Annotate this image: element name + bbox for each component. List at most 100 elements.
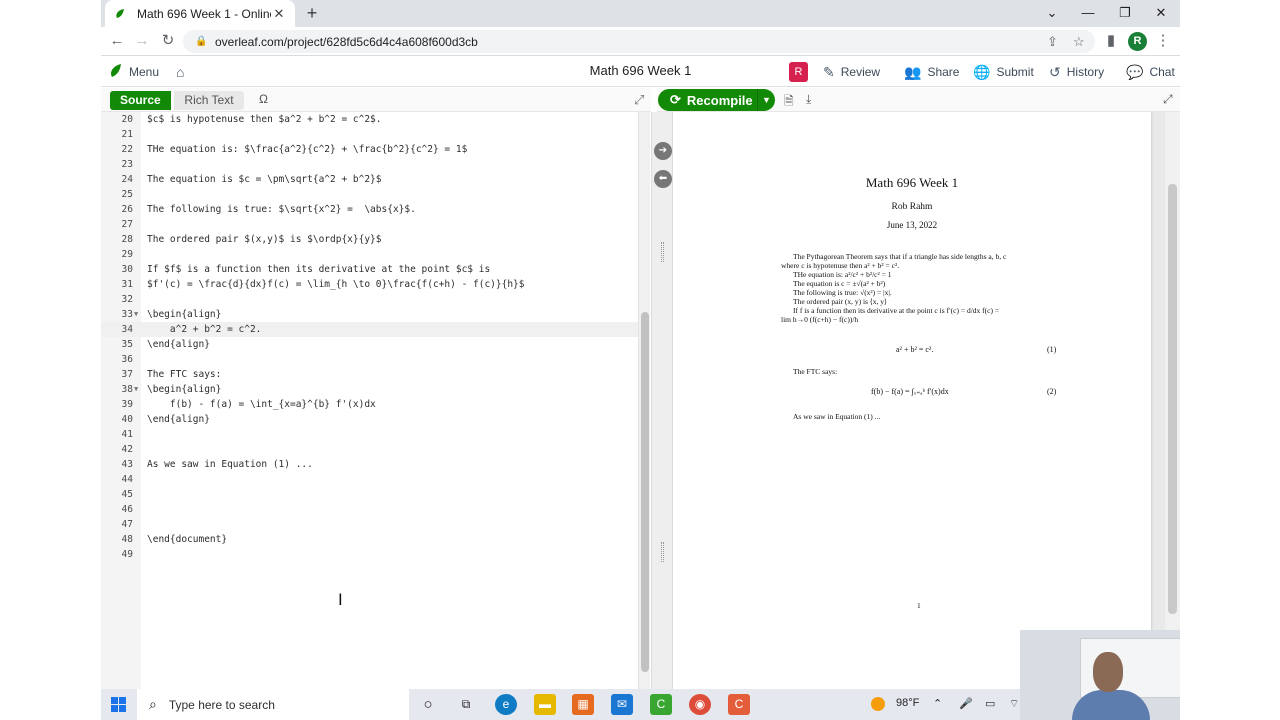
taskbar-search-box[interactable]: ⌕ Type here to search [137,689,409,720]
code-line[interactable]: 25 [101,187,638,202]
code-line[interactable]: 38 ▼ \begin{align} [101,382,638,397]
line-text: $f'(c) = \frac{d}{dx}f(c) = \lim_{h \to … [147,279,525,290]
code-line[interactable]: 47 [101,517,638,532]
code-line[interactable]: 31 $f'(c) = \frac{d}{dx}f(c) = \lim_{h \t… [101,277,638,292]
browser-window: Math 696 Week 1 - Online LaTeX ✕ + ⌄ — ❐… [101,0,1180,689]
sync-to-pdf-icon[interactable]: ➔ [654,142,672,160]
download-pdf-icon[interactable]: ⤓ [806,92,811,107]
new-tab-button[interactable]: + [301,3,323,25]
rich-text-mode-button[interactable]: Rich Text [174,91,244,110]
share-page-icon[interactable]: ⇪ [1047,34,1058,50]
fold-toggle-icon[interactable]: ▼ [134,382,138,397]
reload-icon[interactable]: ↻ [158,31,178,51]
close-window-button[interactable]: ✕ [1143,0,1179,27]
sidepanel-icon[interactable]: ▮ [1101,31,1121,51]
code-line[interactable]: 46 [101,502,638,517]
battery-icon[interactable]: ▭ [985,697,995,710]
code-line[interactable]: 43 As we saw in Equation (1) ... [101,457,638,472]
submit-button[interactable]: 🌐 Submit [973,62,1034,82]
symbol-palette-icon[interactable]: Ω [259,92,268,106]
line-number: 46 [121,504,133,515]
code-line[interactable]: 45 [101,487,638,502]
code-line[interactable]: 23 [101,157,638,172]
expand-editor-icon[interactable]: ⤢ [634,92,644,108]
code-line[interactable]: 44 [101,472,638,487]
code-line[interactable]: 30 If $f$ is a function then its derivati… [101,262,638,277]
sync-to-code-icon[interactable]: ⬅ [654,170,672,188]
code-line[interactable]: 21 [101,127,638,142]
tab-close-icon[interactable]: ✕ [271,6,287,22]
code-line[interactable]: 35 \end{align} [101,337,638,352]
splitter-grip-icon[interactable] [661,242,664,262]
logs-icon[interactable]: 🗎 [784,92,794,113]
code-line[interactable]: 36 [101,352,638,367]
minimize-button[interactable]: — [1070,0,1106,27]
code-line[interactable]: 27 [101,217,638,232]
code-editor[interactable]: 20 $c$ is hypotenuse then $a^2 + b^2 = c^… [101,112,651,689]
mail-icon[interactable]: ✉ [611,694,633,715]
source-mode-button[interactable]: Source [110,91,171,110]
line-number: 40 [121,414,133,425]
windows-start-icon[interactable] [111,697,126,712]
fold-toggle-icon[interactable]: ▼ [134,307,138,322]
bookmark-star-icon[interactable]: ☆ [1073,34,1085,50]
code-line[interactable]: 41 [101,427,638,442]
pdf-equation-2-number: (2) [1047,387,1057,396]
editor-scrollbar[interactable] [638,112,650,689]
share-button[interactable]: 👥 Share [904,62,959,82]
weather-temp[interactable]: 98°F [896,697,919,709]
recompile-button[interactable]: ⟳ Recompile ▼ [658,89,775,111]
code-line[interactable]: 33 ▼ \begin{align} [101,307,638,322]
code-line[interactable]: 26 The following is true: $\sqrt{x^2} = \… [101,202,638,217]
network-icon[interactable]: ⌔ [1009,697,1019,711]
code-line[interactable]: 29 [101,247,638,262]
microphone-icon[interactable]: 🎤 [959,697,973,710]
url-input[interactable]: 🔒 overleaf.com/project/628fd5c6d4c4a608f… [183,30,1095,53]
code-line[interactable]: 37 The FTC says: [101,367,638,382]
code-line[interactable]: 24 The equation is $c = \pm\sqrt{a^2 + b^… [101,172,638,187]
preview-scroll-thumb[interactable] [1168,184,1177,614]
chrome-icon[interactable]: ◉ [689,694,711,715]
camtasia-icon[interactable]: C [650,694,672,715]
edge-icon[interactable]: e [495,694,517,715]
code-line[interactable]: 49 [101,547,638,562]
code-line[interactable]: 32 [101,292,638,307]
code-line[interactable]: 48 \end{document} [101,532,638,547]
restore-button[interactable]: ❐ [1107,0,1143,27]
line-text: $c$ is hypotenuse then $a^2 + b^2 = c^2$… [147,114,382,125]
recompile-options-icon[interactable]: ▼ [757,89,775,111]
code-line[interactable]: 20 $c$ is hypotenuse then $a^2 + b^2 = c^… [101,112,638,127]
preview-scrollbar[interactable] [1165,112,1180,689]
forward-icon[interactable]: → [132,31,152,51]
file-explorer-icon[interactable]: ▬ [534,694,556,715]
code-line[interactable]: 40 \end{align} [101,412,638,427]
code-line[interactable]: 34 a^2 + b^2 = c^2. [101,322,638,337]
chat-button[interactable]: 💬 Chat [1126,62,1175,82]
browser-tab[interactable]: Math 696 Week 1 - Online LaTeX ✕ [105,0,295,27]
home-button[interactable]: ⌂ [176,62,190,82]
tray-chevron-icon[interactable]: ⌃ [933,697,942,710]
weather-icon[interactable] [871,697,885,711]
code-line[interactable]: 28 The ordered pair $(x,y)$ is $\ordp{x}{… [101,232,638,247]
task-view-icon[interactable]: ⧉ [455,694,477,715]
pdf-line-equation2: The equation is c = ±√(a² + b²) [793,279,886,288]
code-line[interactable]: 39 f(b) - f(a) = \int_{x=a}^{b} f'(x)dx [101,397,638,412]
splitter-grip-lower-icon[interactable] [661,542,664,562]
chrome-menu-icon[interactable]: ⋮ [1153,31,1173,51]
profile-avatar[interactable]: R [1128,32,1147,51]
tab-search-icon[interactable]: ⌄ [1034,0,1070,27]
cortana-icon[interactable]: ○ [417,694,439,715]
user-badge[interactable]: R [789,62,808,82]
ms-store-icon[interactable]: ▦ [572,694,594,715]
history-button[interactable]: ↺ History [1049,62,1104,82]
review-button[interactable]: ✎ Review [823,62,880,82]
expand-preview-icon[interactable]: ⤢ [1163,92,1173,107]
menu-button[interactable]: Menu [109,62,159,82]
editor-scroll-thumb[interactable] [641,312,649,672]
code-line[interactable]: 42 [101,442,638,457]
preview-toolbar: ⟳ Recompile ▼ 🗎 ⤓ ⤢ [657,88,1180,112]
recorder-icon[interactable]: C [728,694,750,715]
back-icon[interactable]: ← [107,31,127,51]
code-line[interactable]: 22 THe equation is: $\frac{a^2}{c^2} + \f… [101,142,638,157]
pane-splitter[interactable]: ➔ ⬅ [651,112,673,689]
